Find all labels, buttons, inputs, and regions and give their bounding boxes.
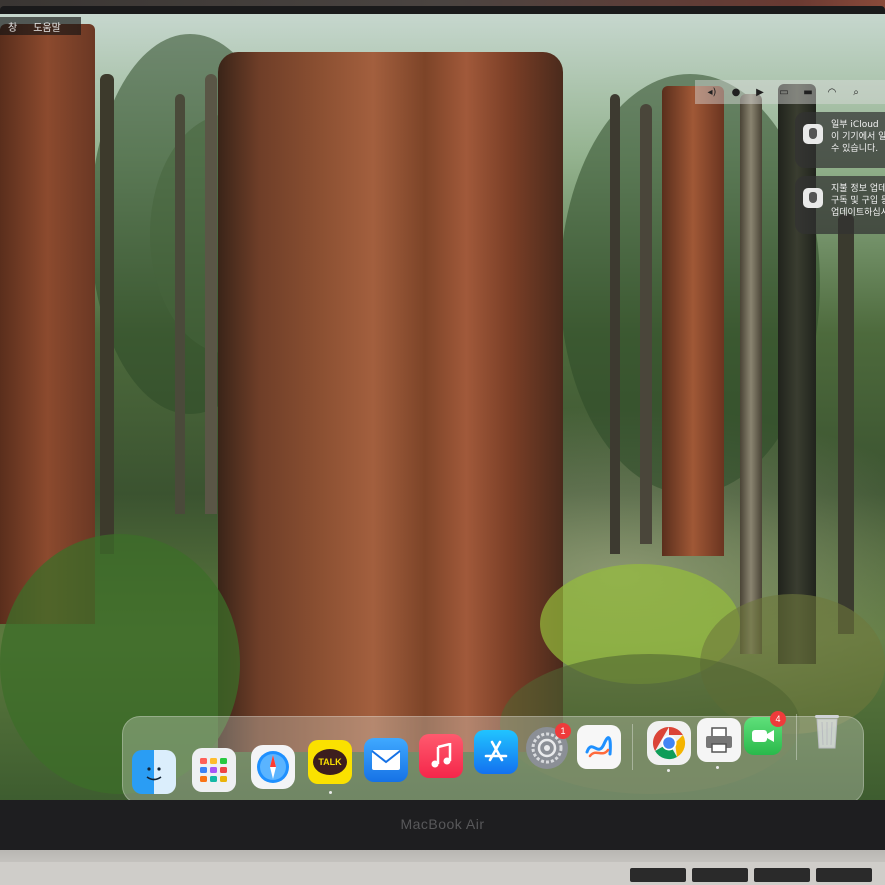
- thin-trunk: [205, 74, 217, 514]
- apple-icon: [803, 124, 823, 144]
- search-icon[interactable]: ⌕: [849, 87, 863, 98]
- notification-line: 수 있습니다.: [831, 144, 879, 154]
- giant-sequoia-trunk: [218, 52, 563, 752]
- running-indicator: [667, 769, 670, 772]
- thin-trunk: [640, 104, 652, 544]
- keyboard-key: [754, 868, 810, 882]
- running-indicator: [716, 766, 719, 769]
- sequoia-trunk-left: [0, 24, 95, 624]
- kakaotalk-icon[interactable]: TALK: [308, 740, 352, 784]
- app-store-icon[interactable]: [474, 730, 518, 774]
- photo-of-laptop: 창 도움말 ◂) ● ▶ ▭ ▬ ◠ ⌕ 일부 iCloud 이 기기에서 일 …: [0, 0, 885, 885]
- keyboard-key: [692, 868, 748, 882]
- notification-line: 업데이트하십시: [831, 208, 885, 218]
- notification-line: 지불 정보 업데: [831, 184, 885, 194]
- battery-icon[interactable]: ▬: [801, 87, 815, 98]
- keyboard-key: [630, 868, 686, 882]
- mail-icon[interactable]: [364, 738, 408, 782]
- menu-item-window[interactable]: 창: [8, 19, 17, 34]
- display-icon[interactable]: ▭: [777, 87, 791, 98]
- chrome-icon[interactable]: [647, 721, 691, 765]
- dock-divider: [632, 724, 633, 770]
- device-label: MacBook Air: [400, 816, 485, 832]
- menu-bar: 창 도움말: [0, 14, 885, 36]
- thin-trunk: [838, 214, 854, 634]
- dock-divider: [796, 714, 797, 760]
- printer-icon[interactable]: [697, 718, 741, 762]
- wifi-icon[interactable]: ◠: [825, 87, 839, 98]
- notification-line: 이 기기에서 일: [831, 132, 885, 142]
- keyboard-key: [816, 868, 872, 882]
- play-icon[interactable]: ▶: [753, 87, 767, 98]
- safari-icon[interactable]: [251, 745, 295, 789]
- notification-payment[interactable]: 지불 정보 업데 구독 및 구입 등 업데이트하십시: [795, 176, 885, 234]
- launchpad-icon[interactable]: [192, 748, 236, 792]
- notification-line: 일부 iCloud: [831, 120, 879, 130]
- menu-bar-status-area: ◂) ● ▶ ▭ ▬ ◠ ⌕: [695, 80, 885, 104]
- running-indicator: [329, 791, 332, 794]
- freeform-icon[interactable]: [577, 725, 621, 769]
- notification-badge: 4: [770, 711, 786, 727]
- volume-icon[interactable]: ◂): [705, 87, 719, 98]
- trash-icon[interactable]: [808, 710, 846, 752]
- thin-trunk: [740, 94, 762, 654]
- notification-line: 구독 및 구입 등: [831, 196, 885, 206]
- notification-icloud[interactable]: 일부 iCloud 이 기기에서 일 수 있습니다.: [795, 112, 885, 168]
- finder-icon[interactable]: [132, 750, 176, 794]
- menu-item-help[interactable]: 도움말: [33, 19, 61, 34]
- focus-icon[interactable]: ●: [729, 87, 743, 98]
- desktop-screen: 창 도움말 ◂) ● ▶ ▭ ▬ ◠ ⌕ 일부 iCloud 이 기기에서 일 …: [0, 14, 885, 814]
- kakaotalk-label: TALK: [313, 749, 347, 775]
- thin-trunk: [100, 74, 114, 554]
- notification-badge: 1: [555, 723, 571, 739]
- apple-icon: [803, 188, 823, 208]
- sequoia-trunk-right: [662, 86, 724, 556]
- keyboard-deck: [0, 862, 885, 885]
- dark-trunk: [778, 84, 816, 664]
- music-icon[interactable]: [419, 734, 463, 778]
- thin-trunk: [610, 94, 620, 554]
- thin-trunk: [175, 94, 185, 514]
- menu-bar-left: 창 도움말: [0, 17, 81, 35]
